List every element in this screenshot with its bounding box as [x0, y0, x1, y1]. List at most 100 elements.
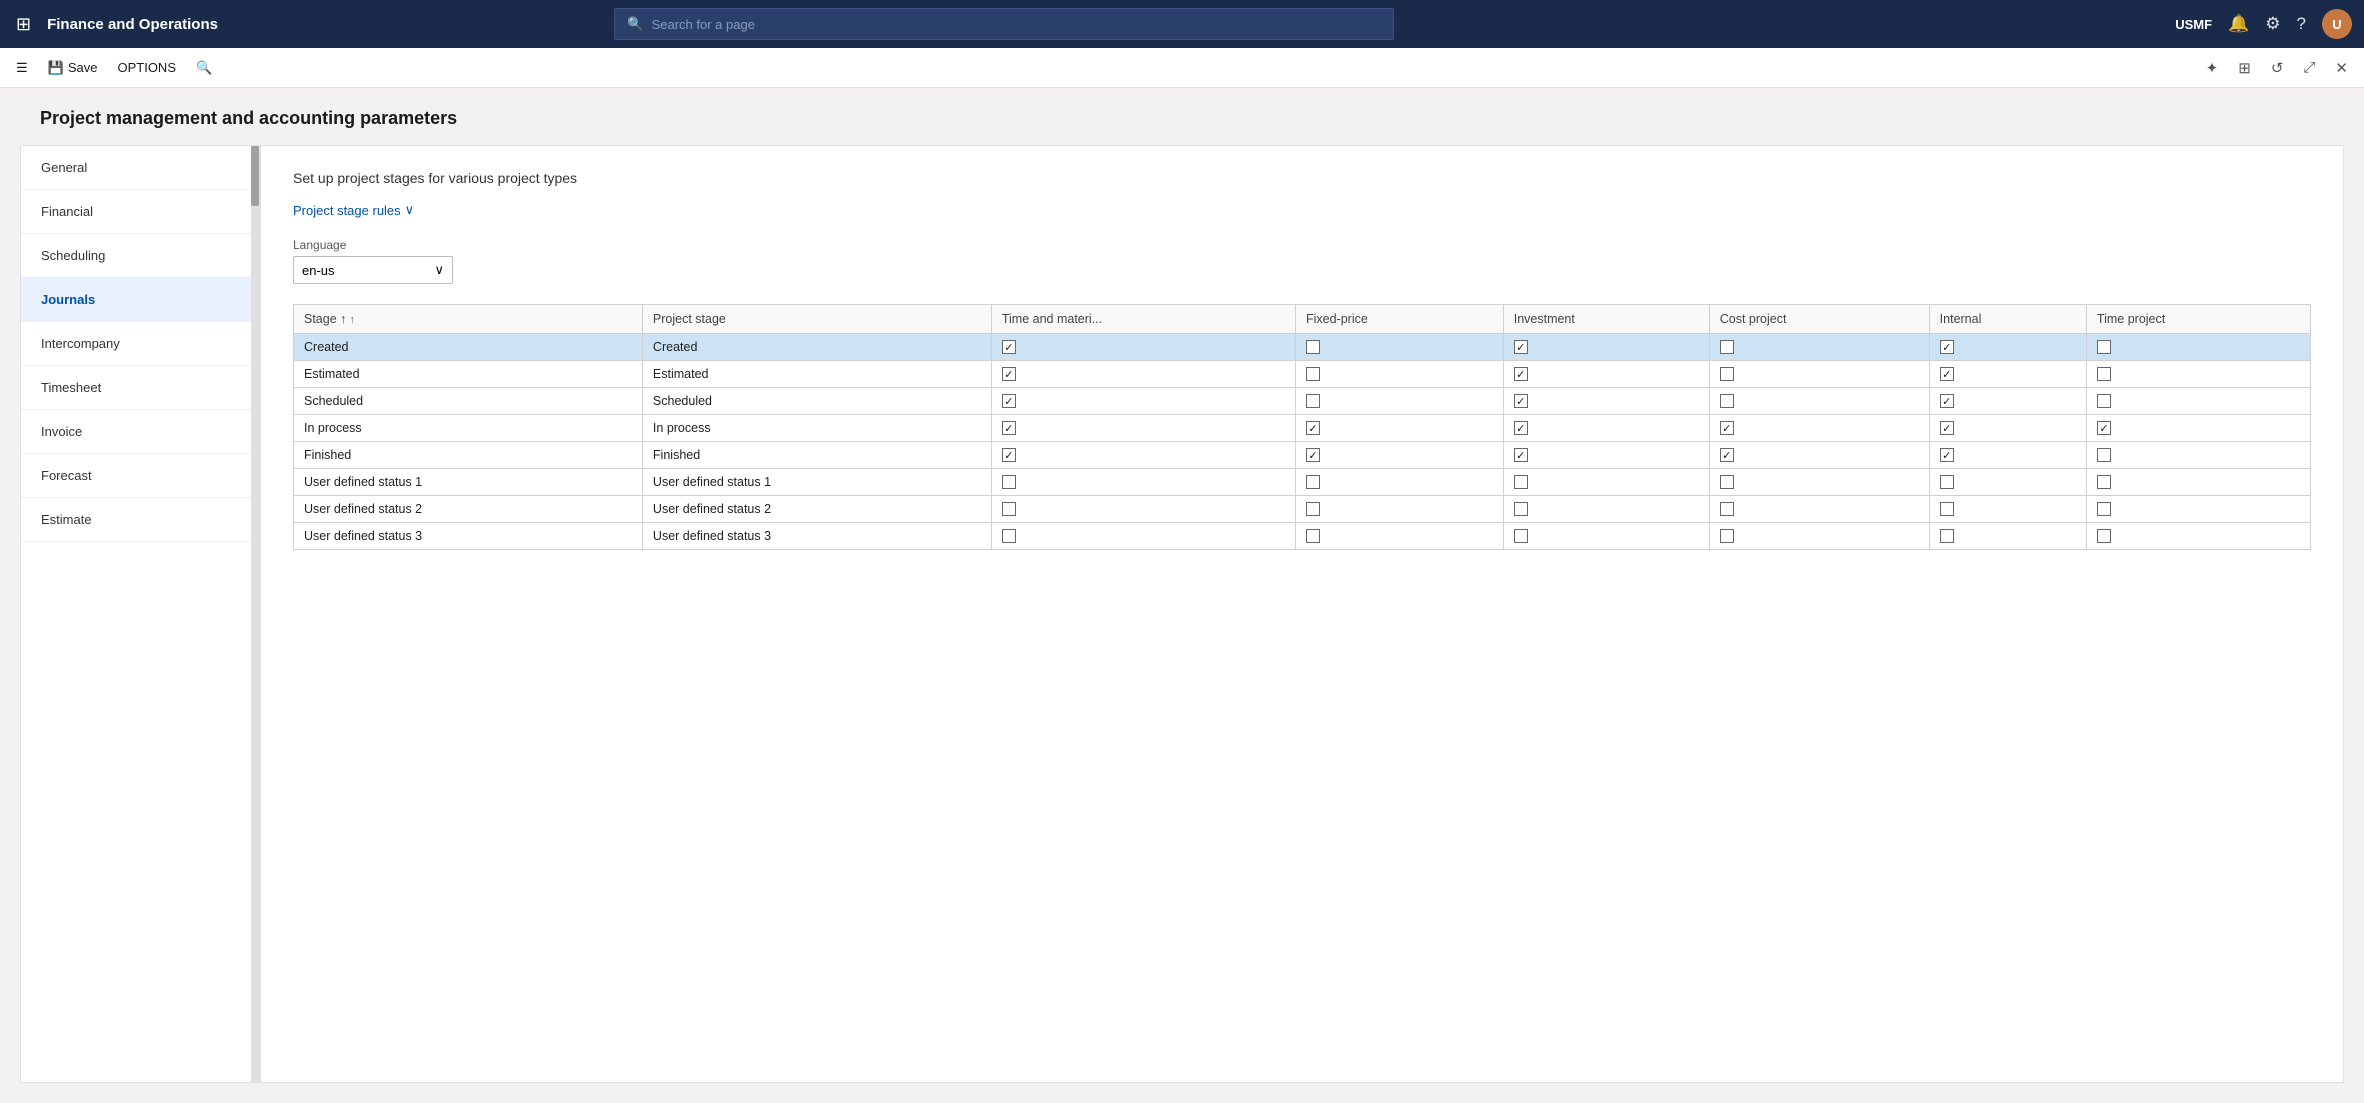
search-input[interactable]	[652, 17, 1382, 32]
checkbox-time_materials[interactable]	[1002, 502, 1016, 516]
checkbox-fixed_price[interactable]	[1306, 421, 1320, 435]
checkbox-fixed_price[interactable]	[1306, 475, 1320, 489]
checkbox-investment[interactable]	[1514, 421, 1528, 435]
help-icon[interactable]: ?	[2297, 14, 2306, 34]
cell-fixed_price[interactable]	[1295, 334, 1503, 361]
search-bar[interactable]: 🔍	[614, 8, 1394, 40]
save-button[interactable]: 💾 Save	[40, 56, 106, 80]
checkbox-time_project[interactable]	[2097, 529, 2111, 543]
cell-investment[interactable]	[1503, 415, 1709, 442]
cell-internal[interactable]	[1929, 469, 2086, 496]
cell-time_materials[interactable]	[991, 523, 1295, 550]
cell-fixed_price[interactable]	[1295, 361, 1503, 388]
sidebar-item-financial[interactable]: Financial	[21, 190, 259, 234]
cell-cost_project[interactable]	[1709, 388, 1929, 415]
checkbox-fixed_price[interactable]	[1306, 367, 1320, 381]
cell-cost_project[interactable]	[1709, 361, 1929, 388]
cell-internal[interactable]	[1929, 442, 2086, 469]
cell-cost_project[interactable]	[1709, 415, 1929, 442]
cell-time_materials[interactable]	[991, 442, 1295, 469]
checkbox-internal[interactable]	[1940, 502, 1954, 516]
search-button[interactable]: 🔍	[188, 56, 220, 80]
sidebar-item-scheduling[interactable]: Scheduling	[21, 234, 259, 278]
cell-investment[interactable]	[1503, 442, 1709, 469]
cell-internal[interactable]	[1929, 334, 2086, 361]
cell-internal[interactable]	[1929, 523, 2086, 550]
checkbox-time_project[interactable]	[2097, 340, 2111, 354]
checkbox-time_materials[interactable]	[1002, 340, 1016, 354]
checkbox-time_project[interactable]	[2097, 367, 2111, 381]
cell-cost_project[interactable]	[1709, 469, 1929, 496]
cell-time_project[interactable]	[2086, 361, 2310, 388]
cell-time_materials[interactable]	[991, 334, 1295, 361]
cell-internal[interactable]	[1929, 388, 2086, 415]
checkbox-internal[interactable]	[1940, 394, 1954, 408]
cell-investment[interactable]	[1503, 523, 1709, 550]
cell-time_materials[interactable]	[991, 388, 1295, 415]
table-row[interactable]: In processIn process	[294, 415, 2311, 442]
checkbox-internal[interactable]	[1940, 529, 1954, 543]
cell-time_project[interactable]	[2086, 523, 2310, 550]
table-row[interactable]: User defined status 2User defined status…	[294, 496, 2311, 523]
checkbox-investment[interactable]	[1514, 529, 1528, 543]
cell-fixed_price[interactable]	[1295, 415, 1503, 442]
cell-fixed_price[interactable]	[1295, 469, 1503, 496]
checkbox-time_materials[interactable]	[1002, 475, 1016, 489]
notification-icon[interactable]: 🔔	[2228, 14, 2249, 34]
options-button[interactable]: OPTIONS	[109, 56, 184, 79]
cell-cost_project[interactable]	[1709, 442, 1929, 469]
table-row[interactable]: ScheduledScheduled	[294, 388, 2311, 415]
checkbox-internal[interactable]	[1940, 367, 1954, 381]
cell-cost_project[interactable]	[1709, 334, 1929, 361]
table-row[interactable]: EstimatedEstimated	[294, 361, 2311, 388]
col-header-stage[interactable]: Stage ↑	[294, 305, 643, 334]
scroll-thumb[interactable]	[251, 146, 259, 206]
project-stage-rules-link[interactable]: Project stage rules ∨	[293, 202, 414, 218]
cell-internal[interactable]	[1929, 361, 2086, 388]
checkbox-time_materials[interactable]	[1002, 367, 1016, 381]
language-select[interactable]: en-us ∨	[293, 256, 453, 284]
cell-time_project[interactable]	[2086, 388, 2310, 415]
checkbox-investment[interactable]	[1514, 394, 1528, 408]
checkbox-investment[interactable]	[1514, 340, 1528, 354]
sidebar-item-forecast[interactable]: Forecast	[21, 454, 259, 498]
cell-investment[interactable]	[1503, 388, 1709, 415]
avatar[interactable]: U	[2322, 9, 2352, 39]
cell-time_project[interactable]	[2086, 496, 2310, 523]
checkbox-internal[interactable]	[1940, 448, 1954, 462]
sidebar-item-estimate[interactable]: Estimate	[21, 498, 259, 542]
menu-toggle-button[interactable]: ☰	[8, 56, 36, 80]
checkbox-time_materials[interactable]	[1002, 448, 1016, 462]
settings-icon[interactable]: ⚙	[2265, 14, 2280, 34]
cell-time_materials[interactable]	[991, 415, 1295, 442]
cell-time_materials[interactable]	[991, 496, 1295, 523]
cell-investment[interactable]	[1503, 361, 1709, 388]
checkbox-cost_project[interactable]	[1720, 448, 1734, 462]
checkbox-cost_project[interactable]	[1720, 340, 1734, 354]
checkbox-time_project[interactable]	[2097, 475, 2111, 489]
cell-fixed_price[interactable]	[1295, 388, 1503, 415]
cell-investment[interactable]	[1503, 334, 1709, 361]
grid-icon[interactable]: ⊞	[12, 10, 35, 39]
cell-internal[interactable]	[1929, 496, 2086, 523]
checkbox-time_project[interactable]	[2097, 394, 2111, 408]
cell-cost_project[interactable]	[1709, 523, 1929, 550]
refresh-icon[interactable]: ↺	[2263, 55, 2292, 81]
checkbox-time_project[interactable]	[2097, 448, 2111, 462]
table-row[interactable]: FinishedFinished	[294, 442, 2311, 469]
sidebar-item-journals[interactable]: Journals	[21, 278, 259, 322]
checkbox-fixed_price[interactable]	[1306, 529, 1320, 543]
checkbox-internal[interactable]	[1940, 475, 1954, 489]
close-icon[interactable]: ✕	[2327, 55, 2356, 81]
table-row[interactable]: User defined status 3User defined status…	[294, 523, 2311, 550]
sidebar-item-timesheet[interactable]: Timesheet	[21, 366, 259, 410]
checkbox-cost_project[interactable]	[1720, 475, 1734, 489]
checkbox-time_project[interactable]	[2097, 502, 2111, 516]
checkbox-cost_project[interactable]	[1720, 394, 1734, 408]
table-row[interactable]: User defined status 1User defined status…	[294, 469, 2311, 496]
cell-time_project[interactable]	[2086, 469, 2310, 496]
cell-investment[interactable]	[1503, 469, 1709, 496]
checkbox-internal[interactable]	[1940, 340, 1954, 354]
checkbox-time_materials[interactable]	[1002, 529, 1016, 543]
favorites-icon[interactable]: ✦	[2198, 55, 2227, 81]
